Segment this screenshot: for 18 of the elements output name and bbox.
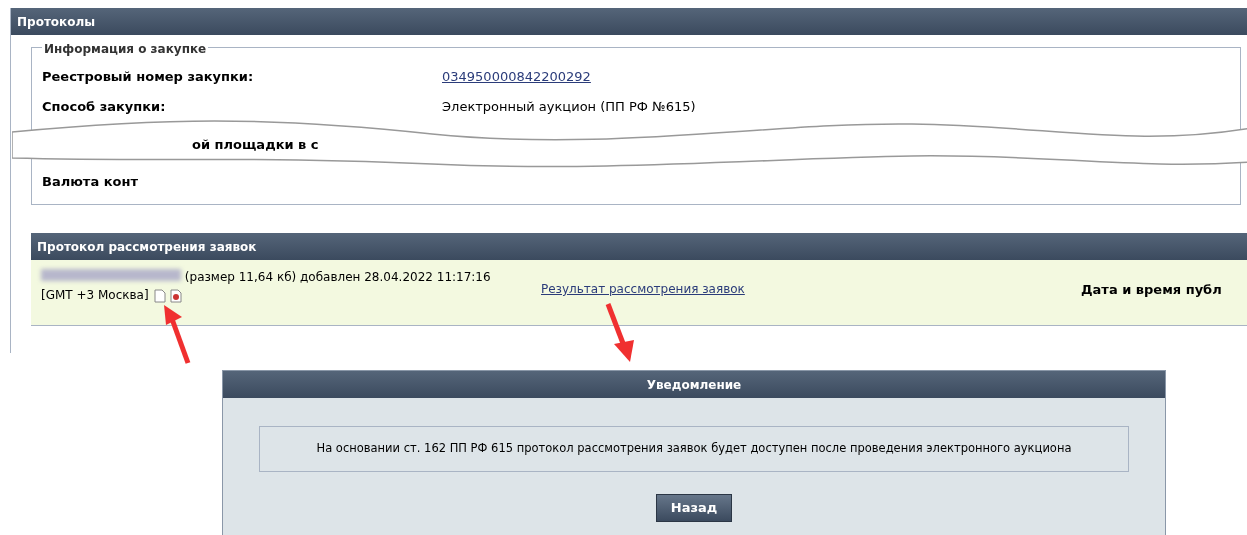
blurred-link[interactable]	[41, 269, 181, 281]
file-info: (размер 11,64 кб) добавлен 28.04.2022 11:17:16	[184, 270, 491, 284]
back-button[interactable]: Назад	[655, 494, 733, 522]
document-icon	[154, 288, 167, 303]
timezone-text: [GMT +3 Москва]	[41, 288, 149, 302]
result-link[interactable]: Результат рассмотрения заявок	[541, 282, 745, 296]
section-title: Протокол рассмотрения заявок	[31, 233, 1247, 260]
dialog-title: Уведомление	[223, 371, 1165, 398]
panel-title: Протоколы	[11, 8, 1247, 35]
field-label: Реестровый номер закупки:	[42, 68, 255, 87]
field-label: Валюта конт	[42, 173, 139, 192]
message-text: На основании ст. 162 ПП РФ 615 протокол рассмотрения заявок будет доступен после проведения электронного аукциона	[259, 426, 1129, 472]
publish-date-label: Дата и время публ	[1081, 282, 1222, 297]
field-value: Электронный аукцион (ПП РФ №615)	[442, 98, 696, 117]
field-label: ой площадки в с	[191, 135, 320, 154]
registry-number-link[interactable]: 034950000842200292	[442, 67, 591, 87]
pdf-icon	[170, 288, 183, 303]
field-label: Способ закупки:	[42, 98, 167, 117]
